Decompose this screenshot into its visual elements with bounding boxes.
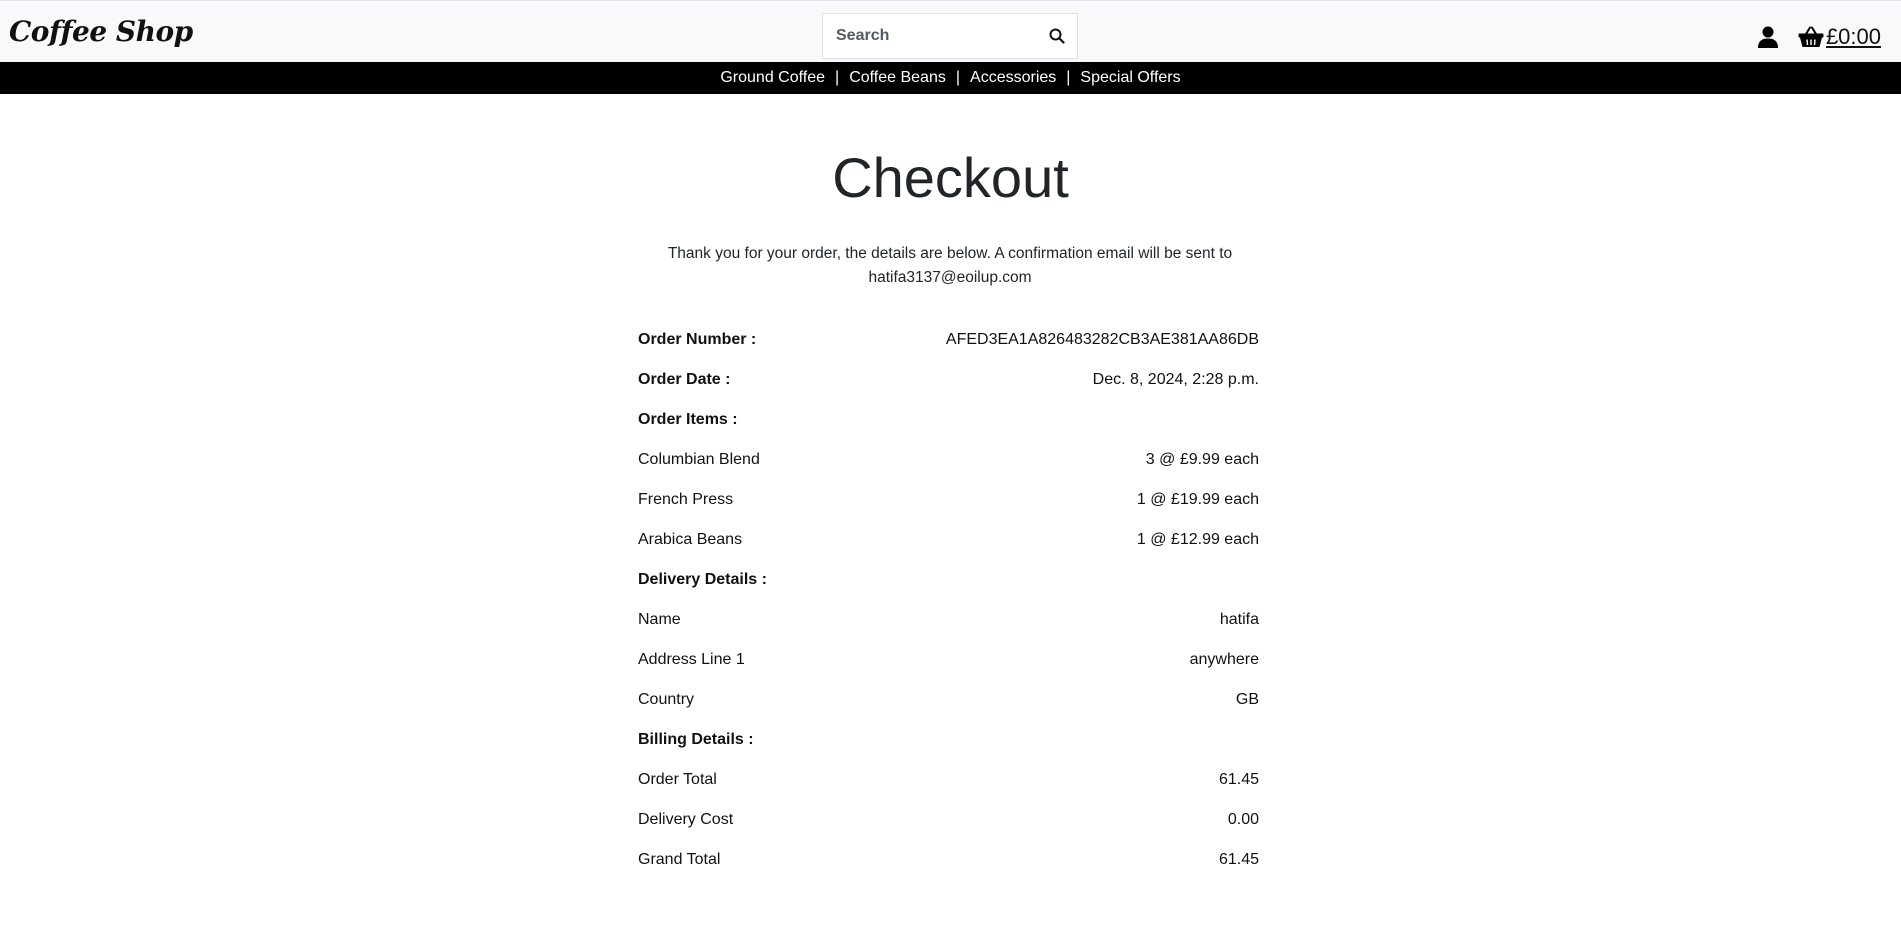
billing-value: 61.45 [1218,771,1259,788]
order-item-row: Columbian Blend 3 @ £9.99 each [638,440,1259,480]
nav-special-offers[interactable]: Special Offers [1080,69,1180,87]
account-button[interactable] [1757,25,1780,49]
billing-heading: Billing Details : [638,731,754,748]
billing-value: 0.00 [1227,811,1259,828]
order-item-name: Arabica Beans [638,531,743,548]
search-button[interactable] [1037,14,1077,58]
order-item-row: French Press 1 @ £19.99 each [638,480,1259,520]
nav-separator: | [955,69,961,86]
delivery-value: anywhere [1189,651,1259,668]
nav-coffee-beans[interactable]: Coffee Beans [849,69,946,87]
delivery-heading-row: Delivery Details : [638,560,1259,600]
nav-accessories[interactable]: Accessories [970,69,1056,87]
nav-ground-coffee[interactable]: Ground Coffee [720,69,825,87]
basket-total[interactable]: £0:00 [1826,24,1881,50]
order-items-heading-row: Order Items : [638,400,1259,440]
delivery-label: Address Line 1 [638,651,745,668]
order-item-row: Arabica Beans 1 @ £12.99 each [638,520,1259,560]
billing-row: Order Total 61.45 [638,760,1259,800]
header-actions: £0:00 [1757,21,1881,53]
order-item-name: French Press [638,491,734,508]
billing-row: Grand Total 61.45 [638,840,1259,880]
delivery-value: hatifa [1219,611,1259,628]
confirmation-message: Thank you for your order, the details ar… [650,242,1250,290]
order-item-qty-price: 1 @ £12.99 each [1136,531,1259,548]
order-item-qty-price: 3 @ £9.99 each [1145,451,1259,468]
delivery-label: Name [638,611,681,628]
order-date-row: Order Date : Dec. 8, 2024, 2:28 p.m. [638,360,1259,400]
billing-label: Order Total [638,771,717,788]
order-summary: Order Number : AFED3EA1A826483282CB3AE38… [638,320,1259,880]
top-header: Coffee Shop Search £0:00 [0,0,1901,62]
delivery-label: Country [638,691,695,708]
search-input[interactable] [823,14,1037,58]
billing-heading-row: Billing Details : [638,720,1259,760]
billing-label: Delivery Cost [638,811,734,828]
delivery-row: Name hatifa [638,600,1259,640]
basket-icon [1798,25,1824,49]
order-number-row: Order Number : AFED3EA1A826483282CB3AE38… [638,320,1259,360]
confirmation-text: Thank you for your order, the details ar… [667,245,1233,262]
basket-link[interactable]: £0:00 [1798,24,1881,50]
order-date-value: Dec. 8, 2024, 2:28 p.m. [1092,371,1259,388]
category-nav: Ground Coffee | Coffee Beans | Accessori… [0,62,1901,94]
order-date-label: Order Date : [638,371,731,388]
order-item-name: Columbian Blend [638,451,760,468]
order-items-heading: Order Items : [638,411,738,428]
search-icon [1049,28,1065,44]
delivery-value: GB [1235,691,1259,708]
user-icon [1757,26,1778,48]
delivery-row: Address Line 1 anywhere [638,640,1259,680]
billing-row: Delivery Cost 0.00 [638,800,1259,840]
order-item-qty-price: 1 @ £19.99 each [1136,491,1259,508]
brand-logo[interactable]: Coffee Shop [9,15,193,48]
delivery-row: Country GB [638,680,1259,720]
billing-value: 61.45 [1218,851,1259,868]
nav-separator: | [835,69,840,86]
confirmation-email: hatifa3137@eoilup.com [868,269,1032,286]
billing-label: Grand Total [638,851,721,868]
delivery-heading: Delivery Details : [638,571,767,588]
search-form [822,13,1078,59]
nav-separator: | [1066,69,1071,86]
order-number-value: AFED3EA1A826483282CB3AE381AA86DB [945,331,1259,348]
order-number-label: Order Number : [638,331,757,348]
page-title: Checkout [832,146,1069,209]
